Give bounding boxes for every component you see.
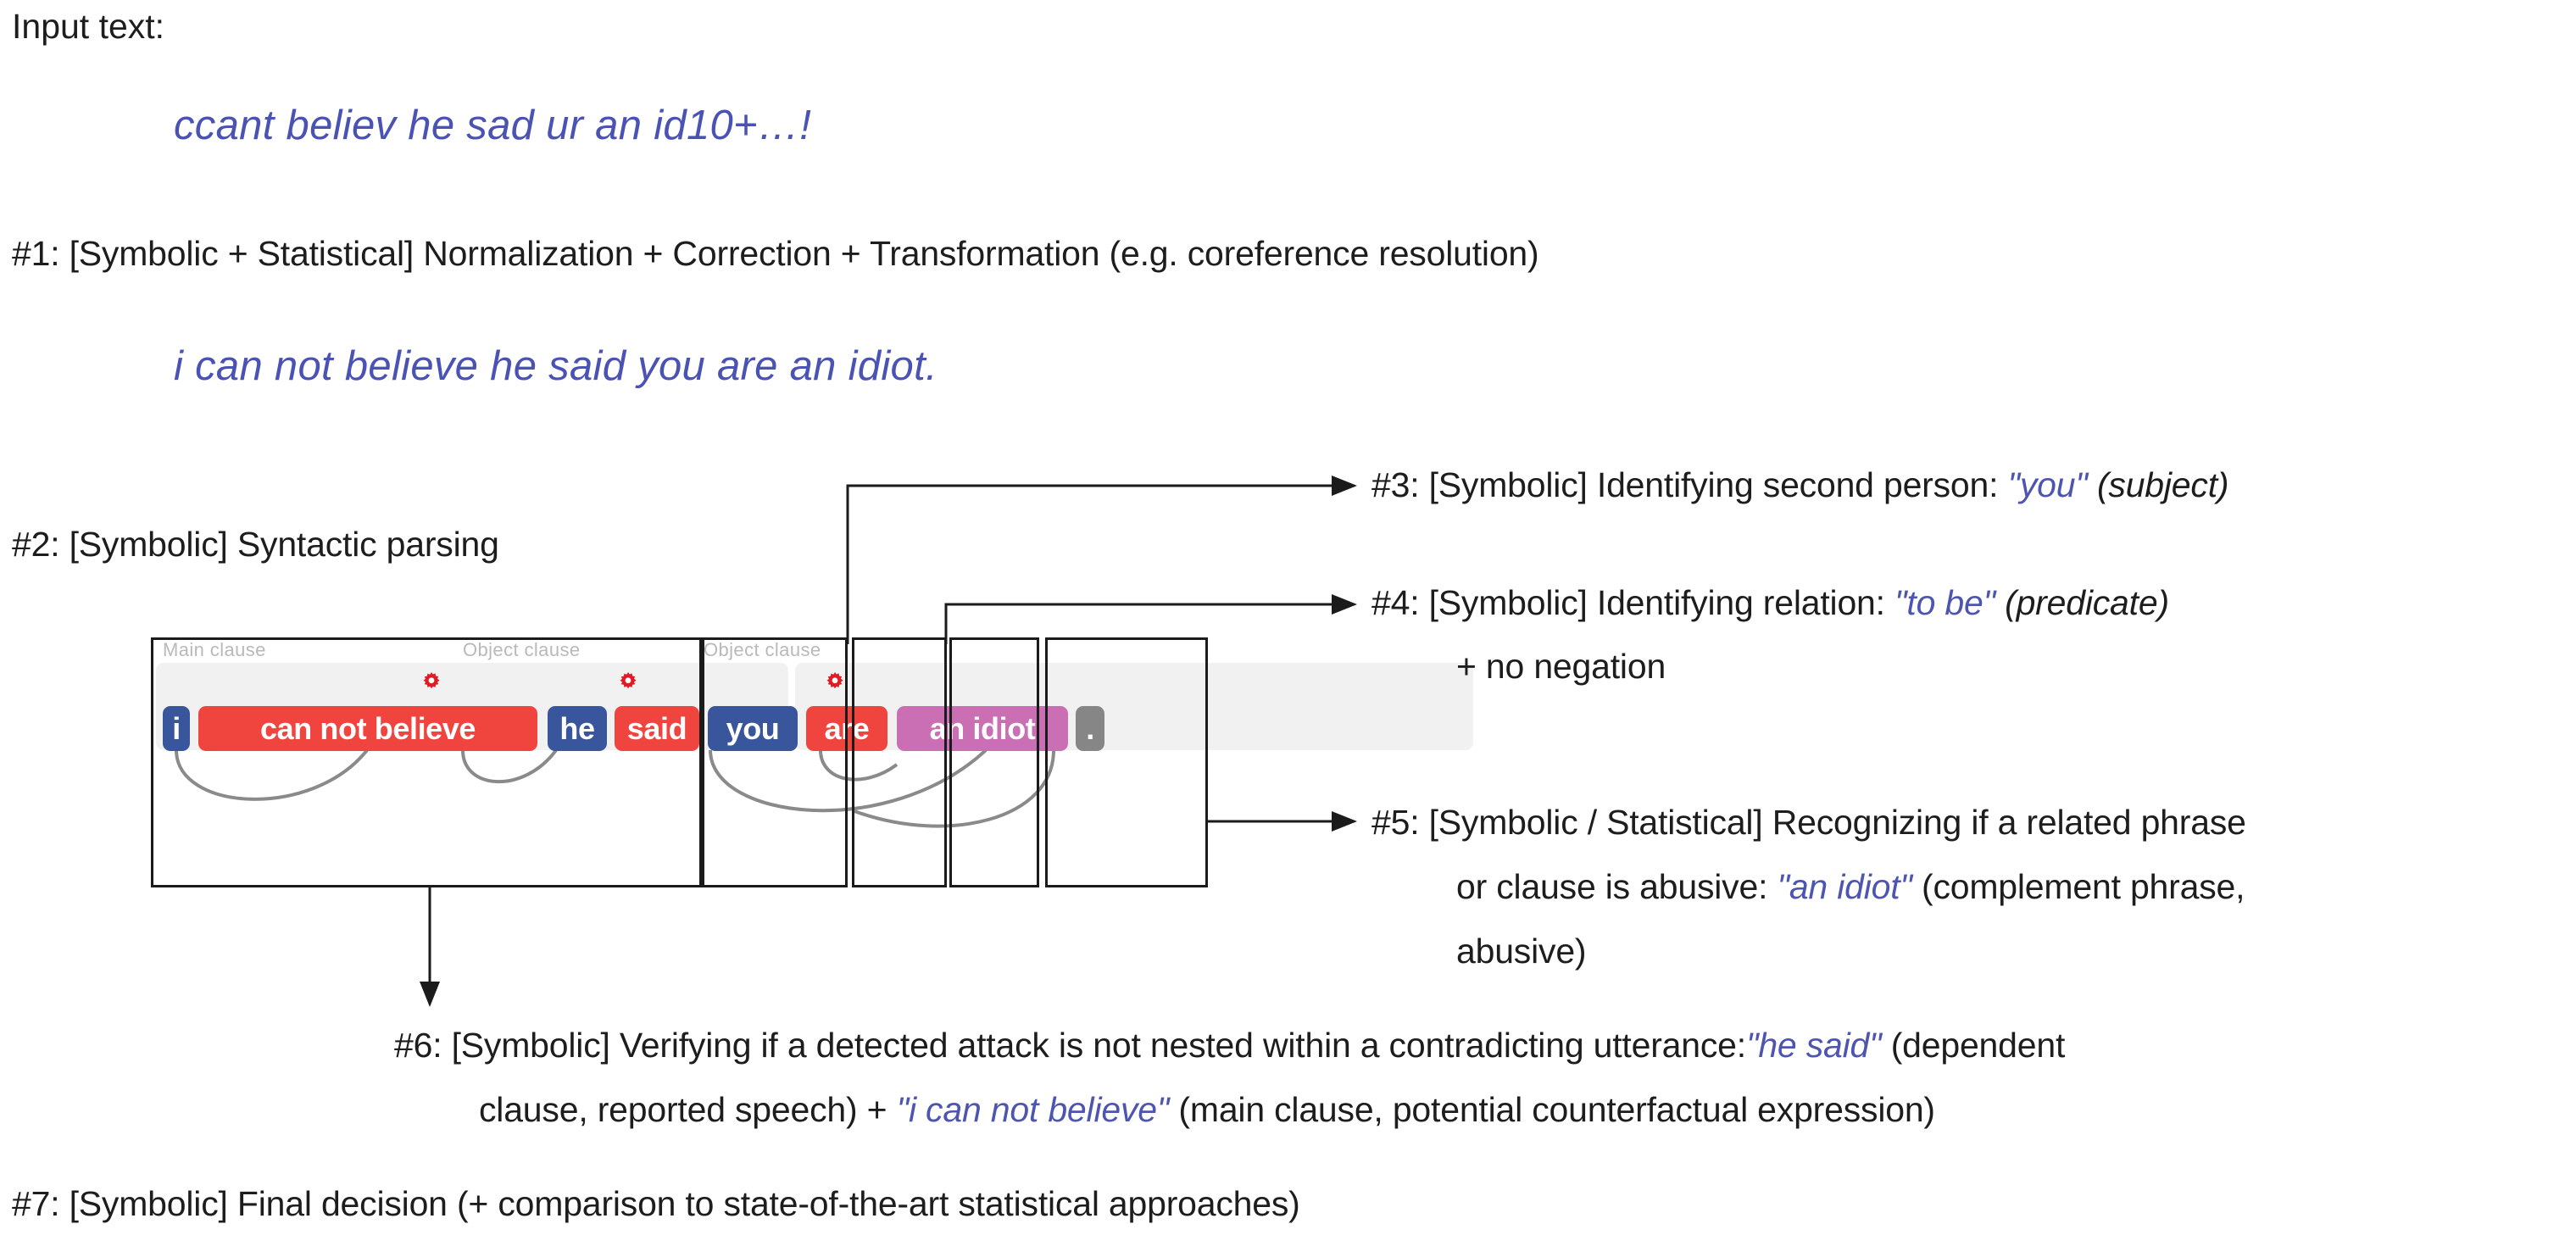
bracket-you <box>852 637 947 887</box>
step-4-label: #4: [Symbolic] Identifying relation: "to… <box>1371 586 2169 620</box>
step-5-line2: or clause is abusive: "an idiot" (comple… <box>1456 870 2245 904</box>
bracket-are <box>949 637 1039 887</box>
step-6-line1-suffix: (dependent <box>1881 1026 2066 1065</box>
step-6-line2-suffix: (main clause, potential counterfactual e… <box>1169 1090 1935 1129</box>
step-6-line2-quote: "i can not believe" <box>896 1090 1170 1129</box>
step-5-line1: #5: [Symbolic / Statistical] Recognizing… <box>1371 803 2246 842</box>
step-5-quote: "an idiot" <box>1777 867 1912 906</box>
bracket-object-clause-1 <box>702 637 848 887</box>
step-6-line1-quote: "he said" <box>1745 1026 1882 1065</box>
step-3-suffix: (subject) <box>2087 465 2229 504</box>
step-5-line2-suffix: (complement phrase, <box>1911 867 2245 906</box>
step-6-line1-prefix: #6: [Symbolic] Verifying if a detected a… <box>394 1026 1746 1065</box>
step-7-label: #7: [Symbolic] Final decision (+ compari… <box>12 1184 1300 1223</box>
step-6-line2: clause, reported speech) + "i can not be… <box>479 1093 1935 1127</box>
step-5-line2-prefix: or clause is abusive: <box>1456 867 1778 906</box>
bracket-an-idiot <box>1045 637 1208 887</box>
step-6-line2-prefix: clause, reported speech) + <box>479 1090 897 1129</box>
step-4-suffix: (predicate) <box>1995 583 2169 622</box>
arrow-to-step-3 <box>846 476 1357 644</box>
step-6-line1: #6: [Symbolic] Verifying if a detected a… <box>394 1028 2065 1063</box>
step-4-prefix: #4: [Symbolic] Identifying relation: <box>1371 583 1895 622</box>
step-3-label: #3: [Symbolic] Identifying second person… <box>1371 465 2229 504</box>
step-3-quote: "you" <box>2007 465 2088 504</box>
step-4-quote: "to be" <box>1894 583 1995 622</box>
bracket-main-clause <box>151 637 702 887</box>
step-3-prefix: #3: [Symbolic] Identifying second person… <box>1371 465 2008 504</box>
step-4-line2: + no negation <box>1456 647 1666 686</box>
step-5-line3: abusive) <box>1456 932 1587 971</box>
